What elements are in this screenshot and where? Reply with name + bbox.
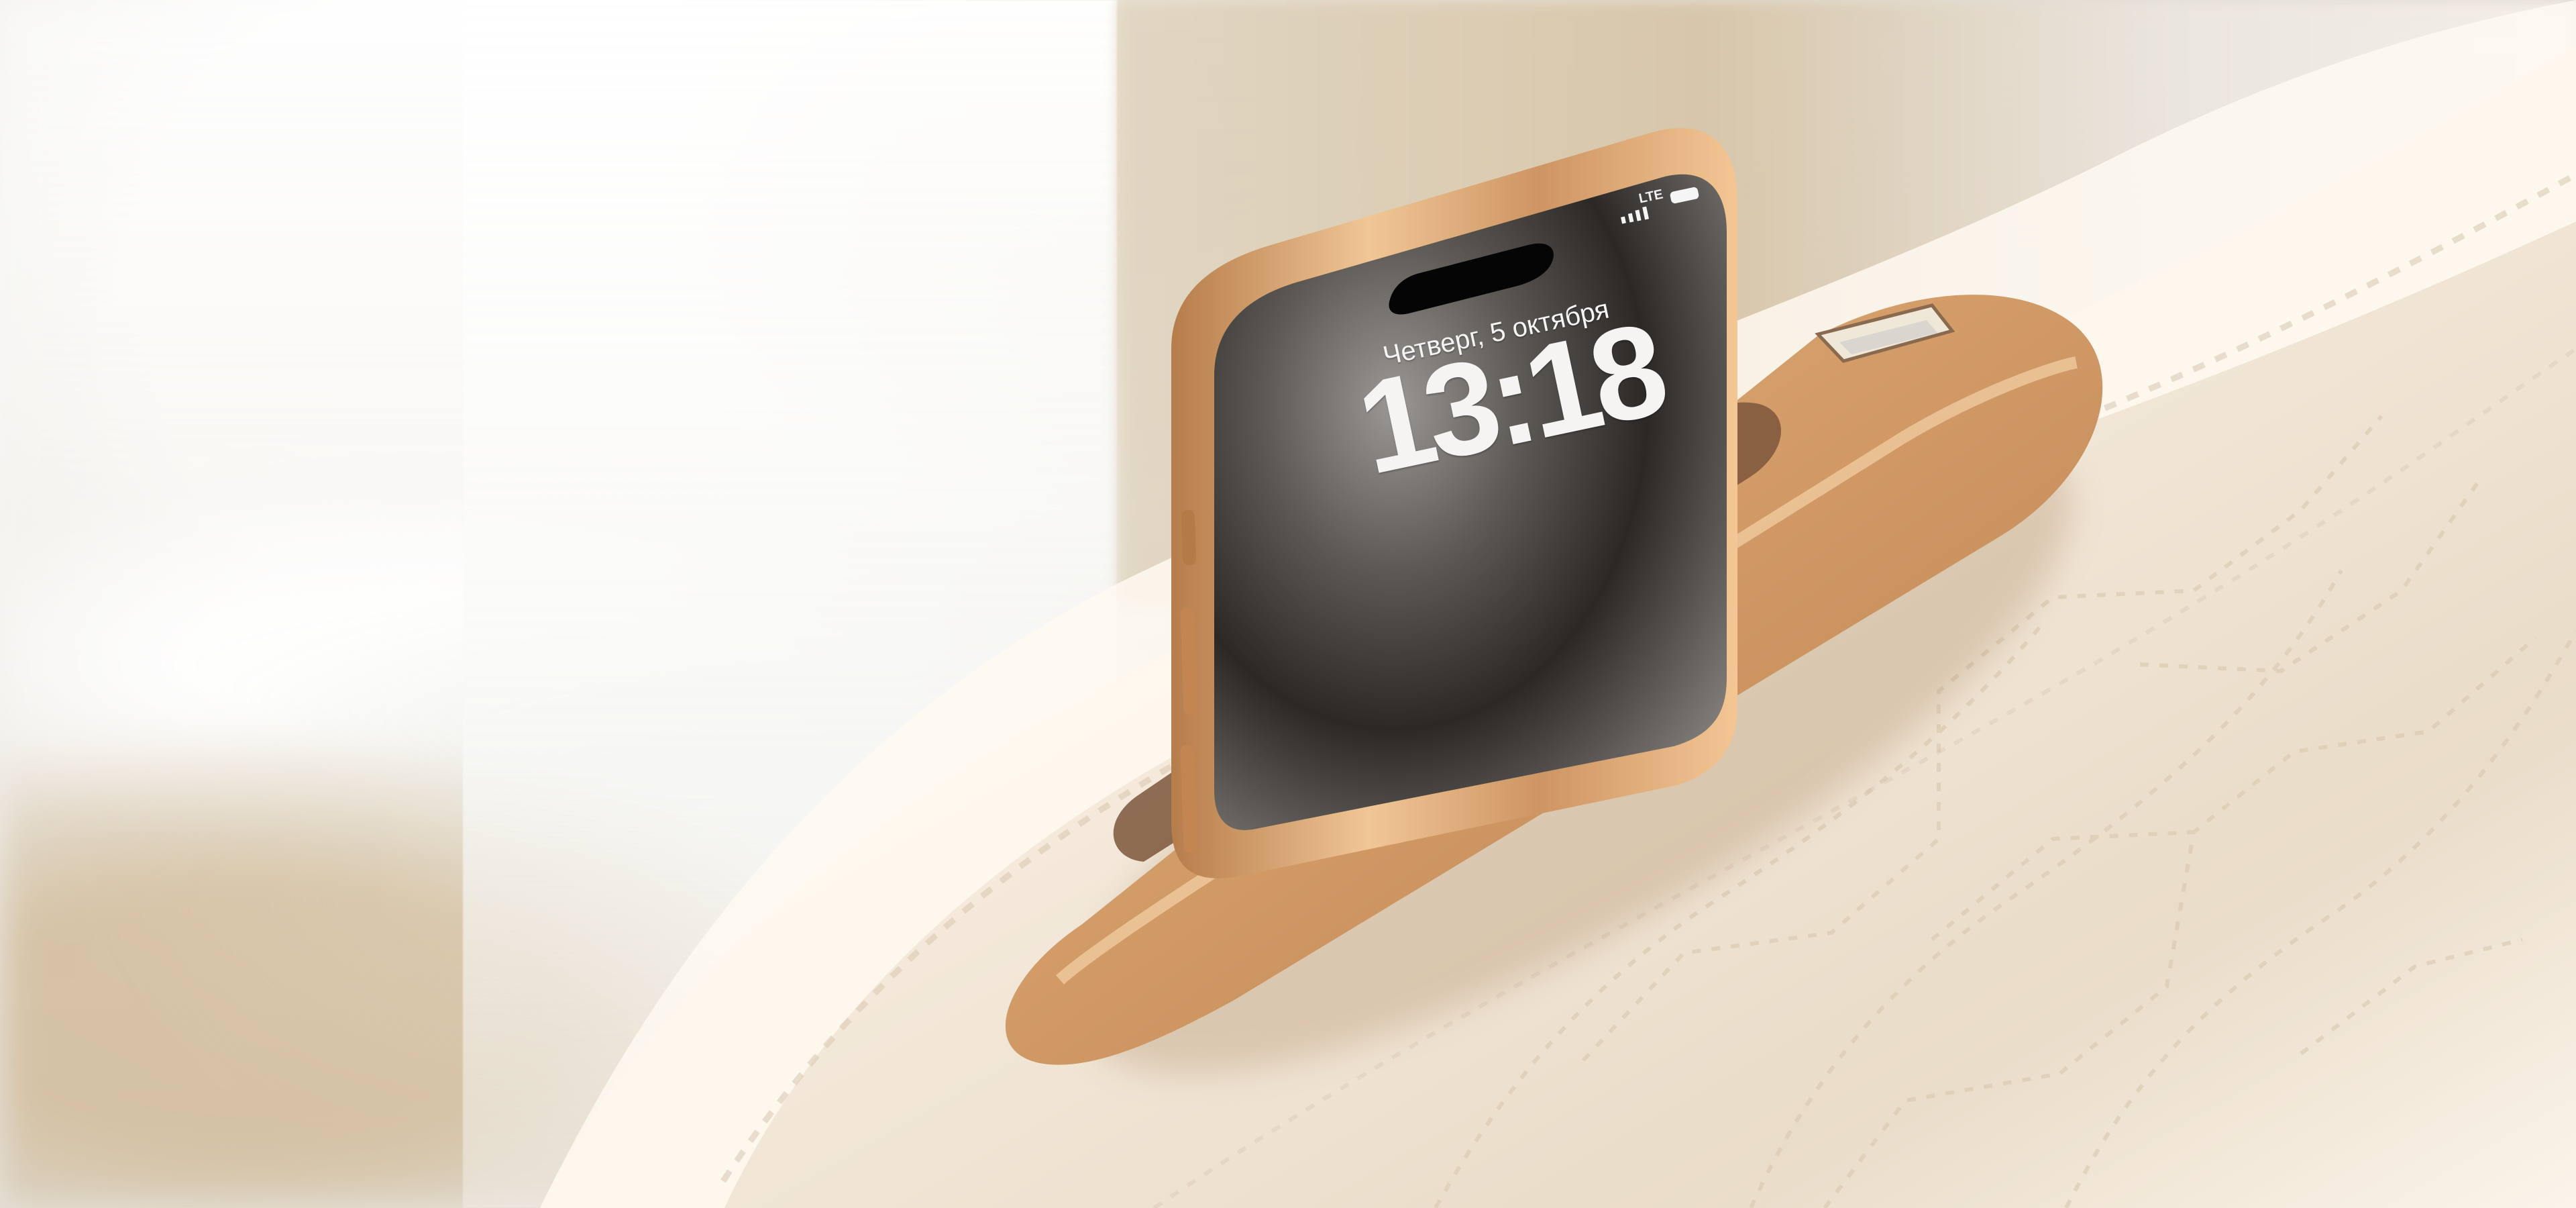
lock-screen-time: 13:18 <box>1346 295 1673 503</box>
massage-chair-photo: LTE Четверг, 5 октября 13:18 <box>0 0 2576 1208</box>
chair-and-phone-illustration <box>540 0 2576 1208</box>
side-button <box>1181 509 1197 566</box>
